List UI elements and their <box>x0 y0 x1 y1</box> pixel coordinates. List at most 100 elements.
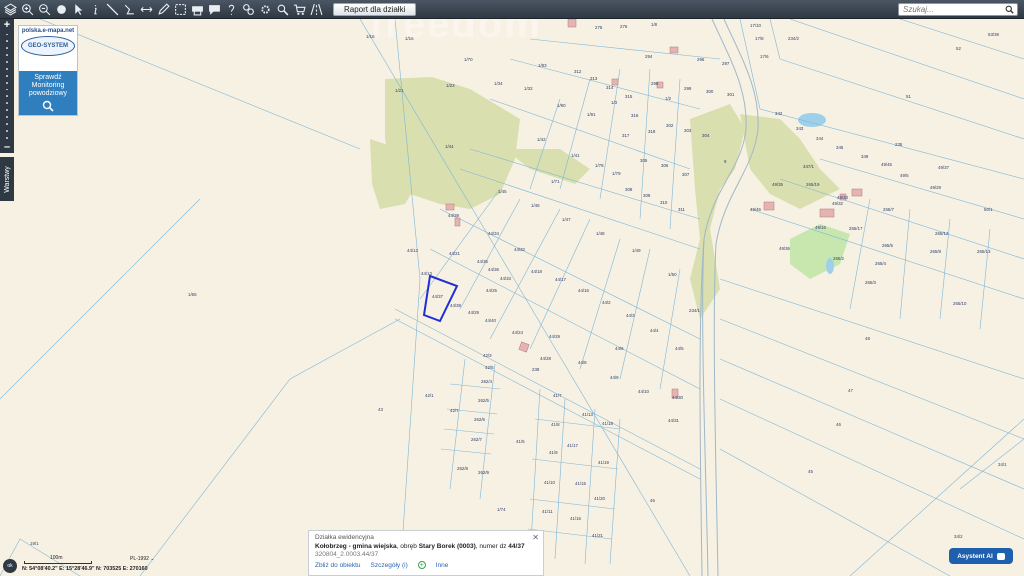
parcel-label: 49/45 <box>881 162 893 167</box>
parcel-label: 345 <box>836 145 844 150</box>
parcel-label: 300 <box>706 89 714 94</box>
parcel-label: 1/45 <box>498 189 507 194</box>
comment-icon[interactable] <box>206 1 223 18</box>
cart-icon[interactable] <box>291 1 308 18</box>
info-icon[interactable] <box>87 1 104 18</box>
parcel-label: 276 <box>620 24 628 29</box>
crs-select[interactable]: PL-1992 ⌄ <box>130 556 154 562</box>
parcel-label: 1/44 <box>445 144 454 149</box>
layers-icon[interactable] <box>2 1 19 18</box>
search-input[interactable] <box>899 5 1003 14</box>
parcel-label: 44/31 <box>668 418 680 423</box>
parcel-place: Kołobrzeg - gmina wiejska <box>315 543 397 550</box>
parcel-label: 49/5 <box>900 173 909 178</box>
ad-line1: Sprawdź <box>34 74 62 81</box>
parcel-report-button[interactable]: Raport dla działki <box>333 2 417 16</box>
parcel-label: 262/6 <box>474 417 486 422</box>
parcel-label: 314 <box>606 85 614 90</box>
parcel-label: 41/21 <box>592 533 604 538</box>
parcel-label: 1/46 <box>531 203 540 208</box>
parcel-label: 41/19 <box>598 460 610 465</box>
parcel-label: 1/23 <box>446 83 455 88</box>
select-area-icon[interactable] <box>172 1 189 18</box>
scale-bar: 100m PL-1992 ⌄ N: 54°08'40.2" E: 15°28'4… <box>18 555 178 575</box>
parcel-label: 44/8 <box>578 360 587 365</box>
pan-icon[interactable] <box>138 1 155 18</box>
parcel-label: 1/41 <box>571 153 580 158</box>
parcel-label: 46 <box>836 422 841 427</box>
other-link[interactable]: Inne <box>436 562 449 569</box>
parcel-label: 275 <box>595 25 603 30</box>
parcel-label: 317 <box>622 133 630 138</box>
search-icon[interactable] <box>1003 4 1015 16</box>
parcel-label: 41/9 <box>549 450 558 455</box>
ad-line3: powodziowy <box>28 90 68 97</box>
parcel-label: 262/8 <box>457 466 469 471</box>
zoom-extent-icon[interactable] <box>53 1 70 18</box>
parcel-label: 34/2 <box>954 534 963 539</box>
parcel-label: 294 <box>645 54 653 59</box>
parcel-label: 262/4 <box>481 379 493 384</box>
parcel-label: 1/65 <box>188 292 197 297</box>
parcel-label: 262/9 <box>478 470 490 475</box>
parcel-label: 1/91 <box>587 112 596 117</box>
details-link[interactable]: Szczegóły (i) <box>371 562 408 569</box>
zoom-slider[interactable]: + – <box>0 19 14 153</box>
parcel-label: 318 <box>648 129 656 134</box>
chat-icon <box>996 552 1005 560</box>
parcel-label: 51 <box>906 94 911 99</box>
zoom-out-icon[interactable] <box>36 1 53 18</box>
parcel-label: 1/3 <box>611 100 618 105</box>
flood-monitoring-banner[interactable]: Sprawdź Monitoring powodziowy <box>19 71 77 115</box>
close-icon[interactable]: ✕ <box>532 533 539 542</box>
zoom-to-object-link[interactable]: Zbliż do obiektu <box>315 562 361 569</box>
parcel-label: 50/1 <box>984 207 993 212</box>
measure-area-icon[interactable] <box>121 1 138 18</box>
parcel-label: 265/3 <box>865 280 877 285</box>
layers-tab-label: Warstwy <box>3 165 11 193</box>
print-icon[interactable] <box>189 1 206 18</box>
parcel-label: 262/7 <box>471 437 483 442</box>
ok-button[interactable]: ok <box>3 559 17 573</box>
magnifier-icon <box>42 100 54 112</box>
zoom-minus-button[interactable]: – <box>4 141 10 153</box>
map-canvas[interactable]: 1/18 1/161/701/833123131/211/23 1/341/32 31… <box>0 19 1024 576</box>
parcel-label: 1/83 <box>538 63 547 68</box>
geo-system-ad[interactable]: polska.e-mapa.net GEO-SYSTEM Sprawdź Mon… <box>18 25 78 116</box>
parcel-label: 262/5 <box>478 398 490 403</box>
parcel-label: 49/46 <box>750 207 762 212</box>
parcel-label: 298 <box>651 81 659 86</box>
parcel-label: 310 <box>660 200 668 205</box>
find-icon[interactable] <box>274 1 291 18</box>
parcel-label: 234/2 <box>788 36 800 41</box>
layers-tab[interactable]: Warstwy <box>0 157 14 201</box>
plus-icon[interactable]: + <box>417 561 426 569</box>
search-parcel-icon[interactable] <box>240 1 257 18</box>
parcel-label: 265/13 <box>977 249 991 254</box>
ai-assistant-button[interactable]: Asystent AI <box>949 548 1013 564</box>
settings-icon[interactable] <box>257 1 274 18</box>
parcel-label: 42/3 <box>483 353 492 358</box>
zoom-in-icon[interactable] <box>19 1 36 18</box>
parcel-label: 44/39 <box>448 213 460 218</box>
parcel-label: 44/29 <box>468 310 480 315</box>
parcel-label: 41/17 <box>567 443 579 448</box>
parcel-label: 265/5 <box>882 243 894 248</box>
top-toolbar: Raport dla działki <box>0 0 1024 19</box>
parcel-label: 44/40 <box>485 318 497 323</box>
parcel-obreb: Stary Borek (0003) <box>418 543 476 550</box>
zoom-plus-button[interactable]: + <box>4 19 10 31</box>
info-links: Zbliż do obiektu Szczegóły (i) + Inne <box>315 561 537 569</box>
search-box <box>898 3 1018 16</box>
measure-length-icon[interactable] <box>104 1 121 18</box>
parcel-label: 344 <box>816 136 824 141</box>
road-icon[interactable] <box>308 1 325 18</box>
parcel-label: 1/49 <box>632 248 641 253</box>
edit-icon[interactable] <box>155 1 172 18</box>
parcel-label: 44/32 <box>514 247 526 252</box>
help-icon[interactable] <box>223 1 240 18</box>
select-icon[interactable] <box>70 1 87 18</box>
parcel-label: 19/1 <box>30 541 39 546</box>
parcel-label: 1/79 <box>612 171 621 176</box>
parcel-label: 41/5 <box>516 439 525 444</box>
